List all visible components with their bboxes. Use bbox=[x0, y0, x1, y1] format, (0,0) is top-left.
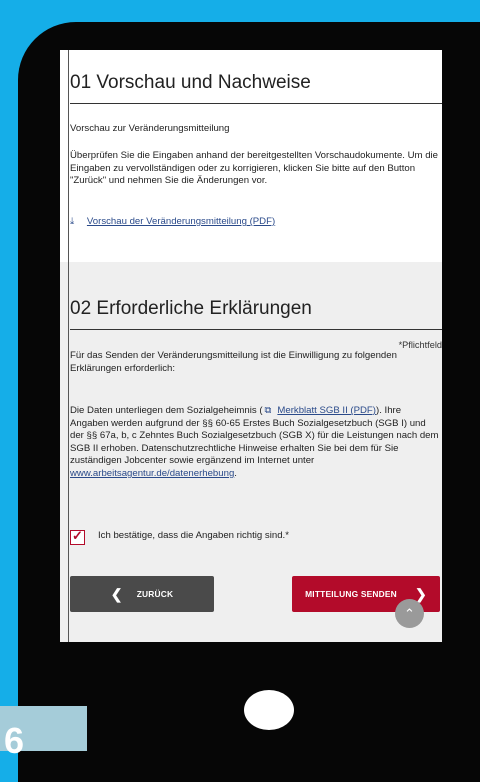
chevron-up-icon: ⌃ bbox=[404, 605, 415, 621]
confirm-checkbox[interactable]: ✓ bbox=[70, 528, 85, 545]
send-button-label: MITTEILUNG SENDEN bbox=[305, 589, 397, 599]
chevron-left-icon: ❮ bbox=[110, 585, 123, 602]
home-button[interactable] bbox=[244, 690, 294, 730]
preview-download-link[interactable]: Vorschau der Veränderungsmitteilung (PDF… bbox=[87, 216, 275, 227]
title-divider bbox=[70, 103, 442, 104]
section-title-preview: 01 Vorschau und Nachweise bbox=[70, 72, 311, 93]
page-number: 6 bbox=[4, 720, 25, 761]
declarations-divider bbox=[70, 329, 442, 330]
page-number-badge: 6 bbox=[0, 706, 87, 761]
privacy-suffix: . bbox=[234, 467, 237, 479]
preview-subtitle: Vorschau zur Veränderungsmitteilung bbox=[70, 123, 230, 134]
required-note: *Pflichtfeld bbox=[398, 340, 442, 350]
download-icon: ⤓ bbox=[70, 216, 75, 227]
content-border bbox=[68, 50, 69, 642]
preview-download-link-row[interactable]: ⤓ Vorschau der Veränderungsmitteilung (P… bbox=[70, 216, 275, 227]
section-preview: 01 Vorschau und Nachweise Vorschau zur V… bbox=[60, 50, 442, 262]
back-button-label: ZURÜCK bbox=[136, 589, 174, 599]
privacy-text: Die Daten unterliegen dem Sozialgeheimni… bbox=[70, 405, 440, 481]
section-title-declarations: 02 Erforderliche Erklärungen bbox=[70, 298, 312, 319]
privacy-prefix: Die Daten unterliegen dem Sozialgeheimni… bbox=[70, 405, 263, 416]
privacy-url-link[interactable]: www.arbeitsagentur.de/datenerhebung bbox=[70, 468, 234, 479]
checkmark-icon: ✓ bbox=[72, 528, 83, 543]
privacy-merkblatt-link[interactable]: Merkblatt SGB II (PDF) bbox=[277, 405, 376, 416]
back-button[interactable]: ❮ ZURÜCK bbox=[70, 576, 214, 612]
external-link-icon: ⧉ bbox=[264, 405, 272, 416]
form-screen: 01 Vorschau und Nachweise Vorschau zur V… bbox=[60, 50, 442, 642]
declarations-intro: Für das Senden der Veränderungsmitteilun… bbox=[70, 350, 397, 374]
scroll-to-top-button[interactable]: ⌃ bbox=[395, 599, 424, 628]
confirm-checkbox-label[interactable]: Ich bestätige, dass die Angaben richtig … bbox=[98, 530, 289, 541]
preview-instructions: Überprüfen Sie die Eingaben anhand der b… bbox=[70, 150, 439, 187]
